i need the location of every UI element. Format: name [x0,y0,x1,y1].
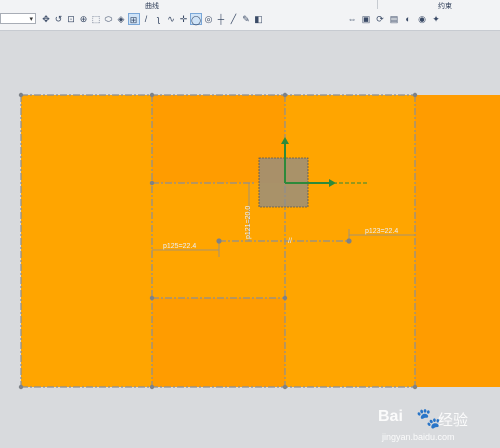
geometric-constraint-icon[interactable]: ▣ [360,13,372,25]
sketch-view[interactable]: ◦ p125=22.4 p121=20.0 p123=22.4 // [0,31,500,427]
face-far-right[interactable] [415,95,500,387]
mirror-icon[interactable]: ◧ [253,13,265,25]
shade-icon[interactable]: ◐ [402,13,414,25]
point-on-curve-icon[interactable]: ┼ [215,13,227,25]
snap-icon[interactable]: ⊡ [65,13,77,25]
filter-combo[interactable]: ▾ [0,13,36,24]
dimension-d1[interactable]: p125=22.4 [163,243,196,250]
point-icon[interactable]: ✛ [178,13,190,25]
table-icon[interactable]: ▤ [388,13,400,25]
select-box-icon[interactable]: ⬚ [90,13,102,25]
auto-constrain-icon[interactable]: ⟳ [374,13,386,25]
display-icon[interactable]: ◉ [416,13,428,25]
profile-icon[interactable]: ⬭ [103,13,115,25]
point[interactable] [216,238,222,244]
offset-icon[interactable]: ✎ [240,13,252,25]
dimension-d3[interactable]: p123=22.4 [365,228,398,235]
settings-icon[interactable]: ✦ [430,13,442,25]
pan-icon[interactable]: ✥ [40,13,52,25]
line-tool-icon[interactable]: ╱ [228,13,240,25]
dimension-icon[interactable]: ⇔ [346,13,358,25]
watermark-brand: Bai [378,408,403,425]
point[interactable] [412,92,418,98]
sketch-origin-icon[interactable]: ⊕ [78,13,90,25]
graphics-window[interactable]: ◦ p125=22.4 p121=20.0 p123=22.4 // Bai 🐾… [0,31,500,442]
point[interactable] [282,92,288,98]
point[interactable] [282,384,288,390]
point[interactable] [18,384,24,390]
rebuild-icon[interactable]: ↺ [53,13,65,25]
face-left[interactable] [21,95,152,387]
constraint-group-label: 约束 [438,3,452,10]
ribbon-toolbar: 曲线 约束 ▾ ✥ ↺ ⊡ ⊕ ⬚ ⬭ ◈ ⊞ / ʅ ∿ ✛ ◯ ◎ ┼ ╱ ✎ ◧ ⇔ ▣ ⟳ ▤ ◐ ◉ ✦ [0,0,500,31]
parallel-constraint[interactable]: // [288,238,292,245]
x-axis-label: ◦ [335,181,337,187]
block-icon[interactable]: ◈ [115,13,127,25]
arc-icon[interactable]: ʅ [153,13,165,25]
point[interactable] [149,384,155,390]
point[interactable] [149,180,155,186]
point[interactable] [282,295,288,301]
curve-group-label: 曲线 [145,3,159,10]
grid-icon[interactable]: ⊞ [127,13,140,25]
point[interactable] [412,384,418,390]
point[interactable] [346,238,352,244]
studio-spline-icon[interactable]: ∿ [165,13,177,25]
point[interactable] [18,92,24,98]
face-bottom-middle[interactable] [152,298,285,387]
line-icon[interactable]: / [140,13,152,25]
watermark-url: jingyan.baidu.com [382,432,455,442]
point[interactable] [149,295,155,301]
dimension-d2[interactable]: p121=20.0 [245,206,252,239]
cad-application: 曲线 约束 ▾ ✥ ↺ ⊡ ⊕ ⬚ ⬭ ◈ ⊞ / ʅ ∿ ✛ ◯ ◎ ┼ ╱ ✎ ◧ ⇔ ▣ ⟳ ▤ ◐ ◉ ✦ [0,0,500,442]
circle-icon[interactable]: ◯ [190,13,202,25]
ellipse-icon[interactable]: ◎ [203,13,215,25]
watermark: Bai 🐾 经验 jingyan.baidu.com [378,408,496,448]
chevron-down-icon: ▾ [29,16,33,23]
group-separator [377,0,378,9]
point[interactable] [149,92,155,98]
